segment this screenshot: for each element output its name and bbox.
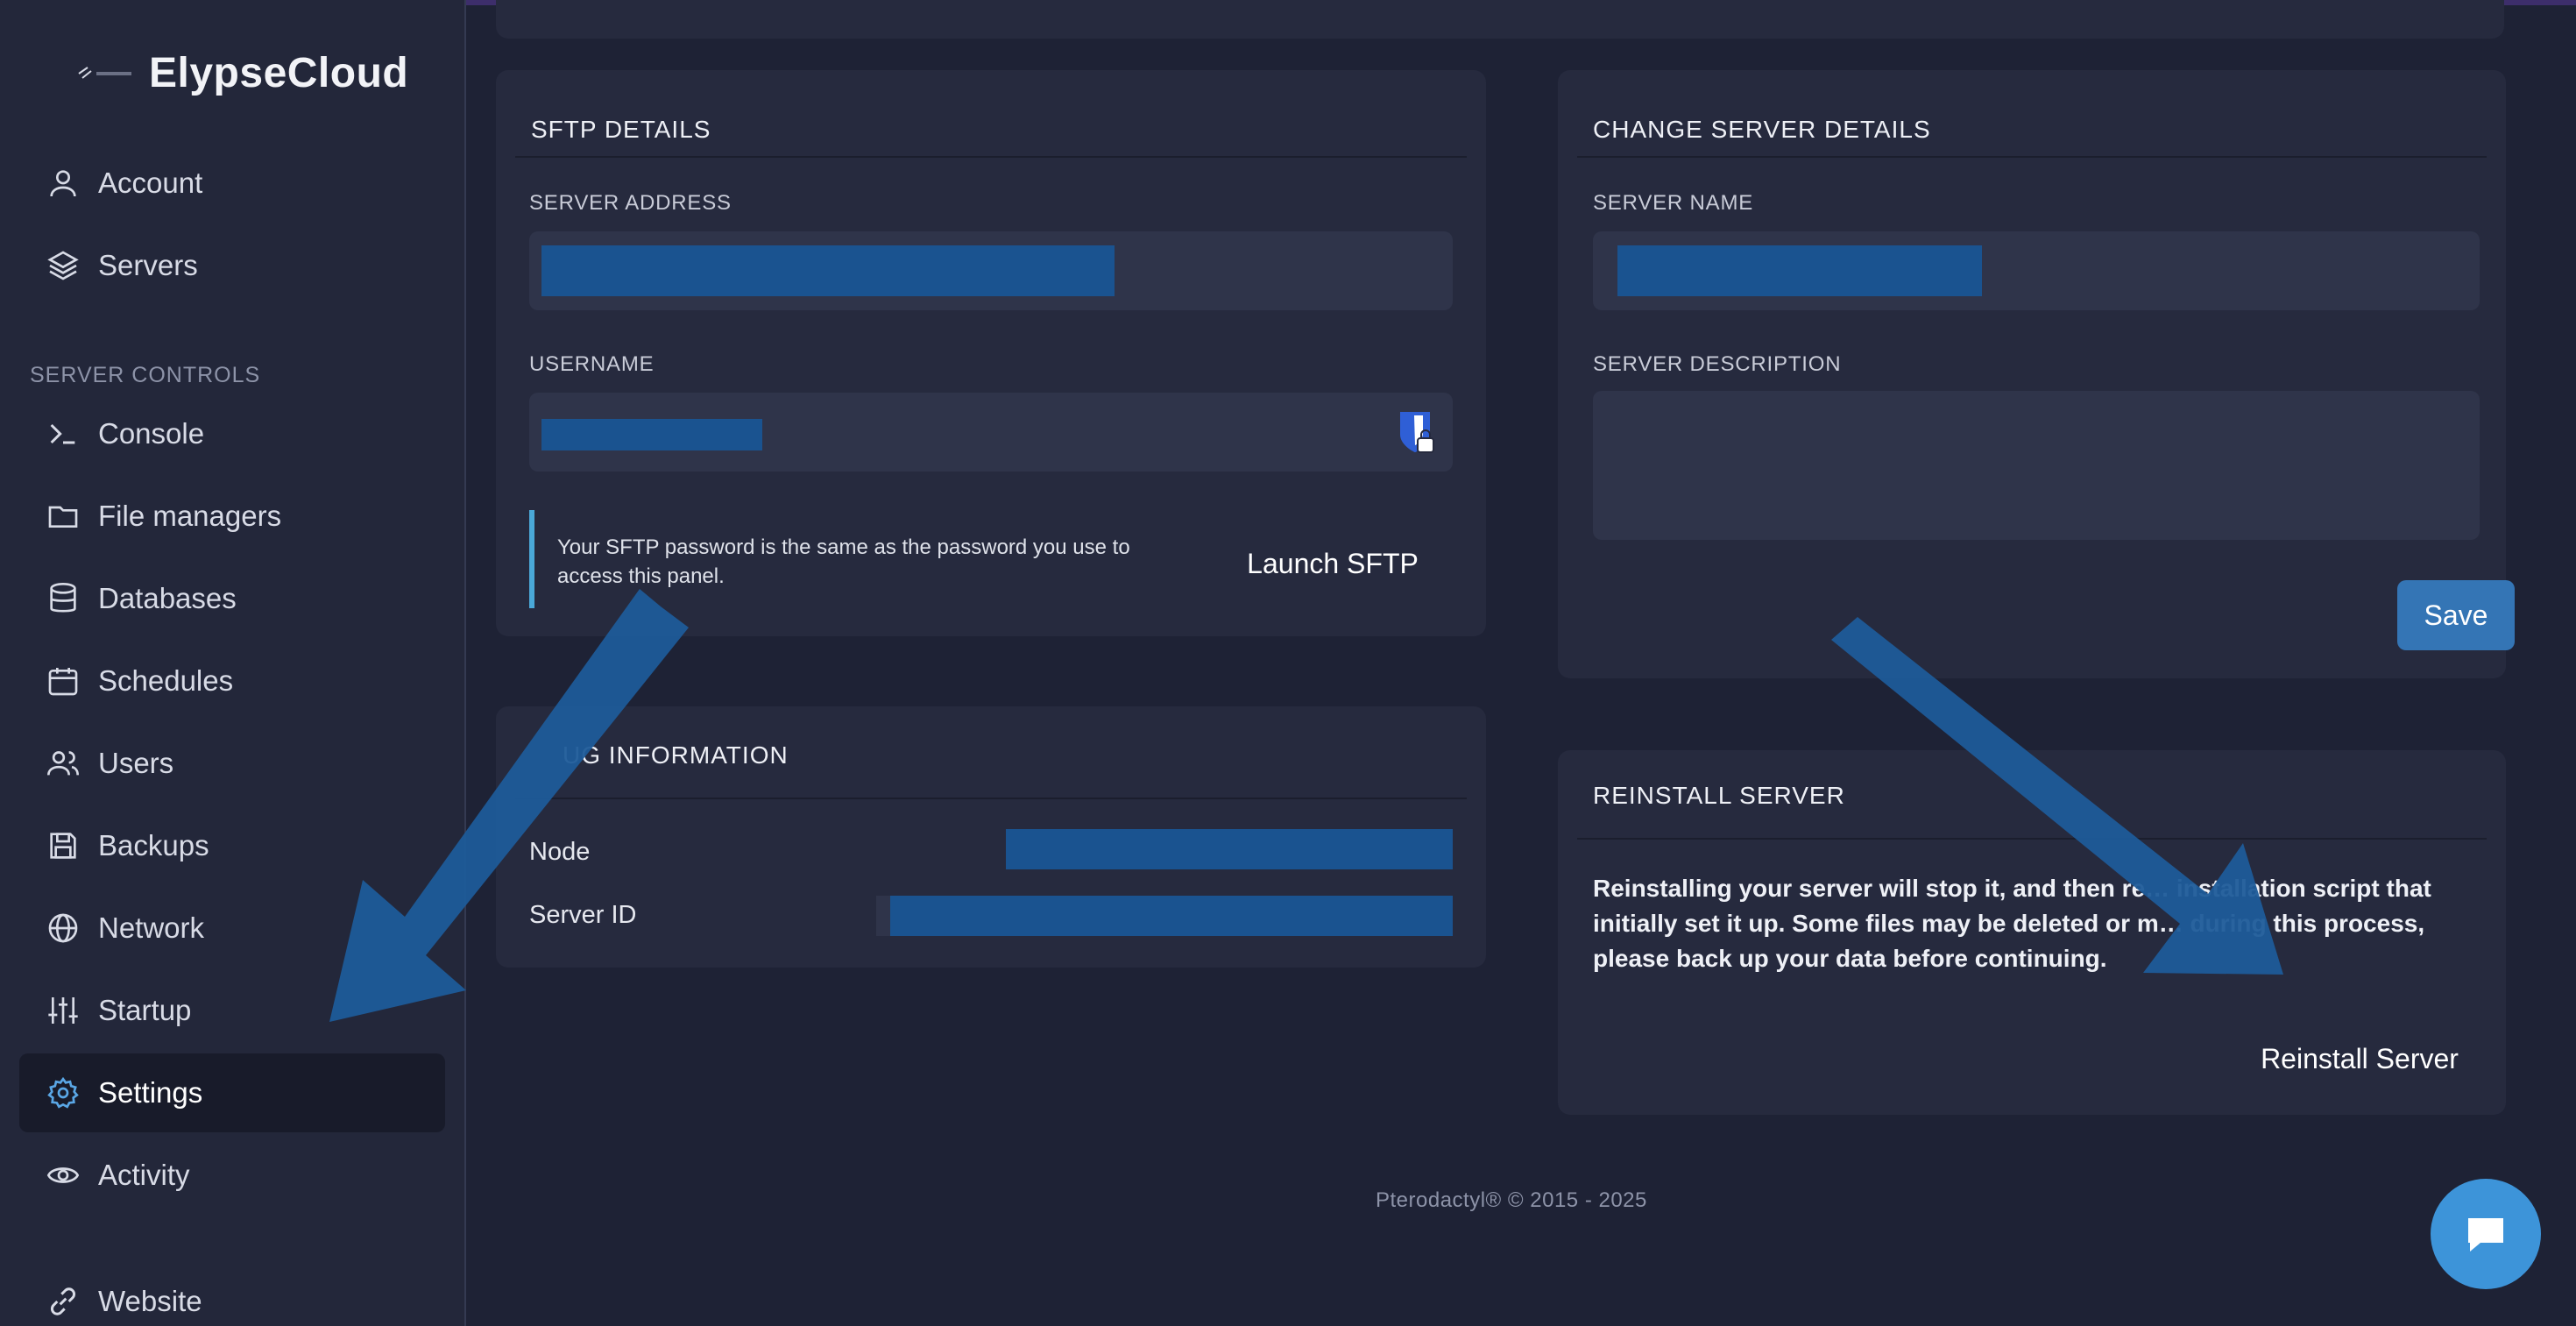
gear-icon xyxy=(47,1076,79,1109)
reinstall-warning-text: Reinstalling your server will stop it, a… xyxy=(1593,875,2431,972)
sidebar-item-console[interactable]: Console xyxy=(19,394,445,473)
sidebar: ElypseCloud Account Servers SERVER CONTR… xyxy=(0,0,466,1326)
server-description-textarea[interactable] xyxy=(1593,391,2480,540)
save-icon xyxy=(50,833,76,859)
sidebar-item-website[interactable]: Website xyxy=(19,1262,445,1326)
username-label: USERNAME xyxy=(529,352,655,376)
sidebar-item-label: Servers xyxy=(98,249,198,281)
sidebar-item-account[interactable]: Account xyxy=(19,144,445,223)
chat-button[interactable] xyxy=(2431,1179,2541,1289)
database-icon xyxy=(50,583,76,613)
reinstall-server-title: REINSTALL SERVER xyxy=(1593,782,1845,809)
password-manager-icon[interactable] xyxy=(1397,408,1437,456)
divider xyxy=(1577,838,2487,840)
users-icon xyxy=(47,751,79,776)
sidebar-item-label: Startup xyxy=(98,994,192,1026)
debug-information-title: UG INFORMATION xyxy=(563,741,789,769)
sidebar-item-label: Console xyxy=(98,417,205,450)
brand-logo-icon xyxy=(75,60,137,87)
reinstall-server-button[interactable]: Reinstall Server xyxy=(2241,1025,2478,1092)
sidebar-item-label: Users xyxy=(98,747,174,779)
sidebar-item-label: Account xyxy=(98,167,203,199)
sftp-details-title: SFTP DETAILS xyxy=(531,116,711,143)
sidebar-item-label: Databases xyxy=(98,582,237,614)
brand[interactable]: ElypseCloud xyxy=(75,49,408,97)
sidebar-item-label: Website xyxy=(98,1285,202,1317)
eye-icon xyxy=(46,1167,80,1183)
sidebar-item-activity[interactable]: Activity xyxy=(19,1136,445,1215)
user-icon xyxy=(50,170,76,197)
section-label-server-controls: SERVER CONTROLS xyxy=(30,363,261,387)
redaction-block xyxy=(1617,245,1982,296)
server-description-label: SERVER DESCRIPTION xyxy=(1593,352,1842,376)
terminal-icon xyxy=(50,423,75,444)
sidebar-item-users[interactable]: Users xyxy=(19,724,445,803)
server-id-label: Server ID xyxy=(529,901,637,929)
chat-bubble-icon xyxy=(2468,1218,2503,1252)
sidebar-item-servers[interactable]: Servers xyxy=(19,226,445,305)
sliders-icon xyxy=(48,997,78,1024)
server-address-field[interactable] xyxy=(529,231,1453,310)
change-server-details-title: CHANGE SERVER DETAILS xyxy=(1593,116,1931,143)
divider xyxy=(515,798,1467,799)
server-name-label: SERVER NAME xyxy=(1593,191,1754,215)
sidebar-item-databases[interactable]: Databases xyxy=(19,559,445,638)
change-server-details-card: CHANGE SERVER DETAILS SERVER NAME SERVER… xyxy=(1558,70,2515,678)
reinstall-server-card: REINSTALL SERVER Reinstalling your serve… xyxy=(1558,750,2506,1115)
brand-name: ElypseCloud xyxy=(149,50,409,96)
save-button[interactable]: Save xyxy=(2397,580,2515,650)
top-card-partial xyxy=(496,0,2504,39)
sidebar-item-startup[interactable]: Startup xyxy=(19,971,445,1050)
sidebar-item-settings[interactable]: Settings xyxy=(19,1053,445,1132)
note-accent-bar xyxy=(529,510,534,608)
divider xyxy=(1577,156,2487,158)
redaction-block xyxy=(541,419,762,450)
username-field[interactable] xyxy=(529,393,1453,472)
sidebar-item-label: File managers xyxy=(98,500,282,532)
sftp-details-card: SFTP DETAILS SERVER ADDRESS USERNAME You… xyxy=(496,70,1486,636)
sftp-password-note: Your SFTP password is the same as the pa… xyxy=(557,535,1130,588)
sidebar-item-schedules[interactable]: Schedules xyxy=(19,642,445,720)
sidebar-item-label: Settings xyxy=(98,1076,203,1109)
sidebar-item-label: Backups xyxy=(98,829,209,862)
sidebar-item-label: Schedules xyxy=(98,664,234,697)
layers-icon xyxy=(47,251,79,280)
node-value-redaction xyxy=(1006,829,1453,869)
calendar-icon xyxy=(48,668,78,696)
server-id-value-redaction xyxy=(890,896,1453,936)
redaction-block xyxy=(541,245,1115,296)
divider xyxy=(515,156,1467,158)
launch-sftp-button[interactable]: Launch SFTP xyxy=(1241,535,1425,592)
sidebar-item-network[interactable]: Network xyxy=(19,889,445,968)
footer-copyright: Pterodactyl® © 2015 - 2025 xyxy=(1376,1188,1647,1212)
server-id-value-bg xyxy=(876,896,890,936)
sidebar-item-file-managers[interactable]: File managers xyxy=(19,477,445,556)
globe-icon xyxy=(48,913,78,943)
sidebar-item-backups[interactable]: Backups xyxy=(19,806,445,885)
debug-information-card: UG INFORMATION Node Server ID xyxy=(496,706,1486,968)
sidebar-item-label: Network xyxy=(98,911,205,944)
server-address-label: SERVER ADDRESS xyxy=(529,191,732,215)
server-name-input[interactable] xyxy=(1593,231,2480,310)
node-label: Node xyxy=(529,838,591,866)
link-icon xyxy=(51,1287,75,1315)
folder-icon xyxy=(48,506,78,528)
sidebar-item-label: Activity xyxy=(98,1159,190,1191)
